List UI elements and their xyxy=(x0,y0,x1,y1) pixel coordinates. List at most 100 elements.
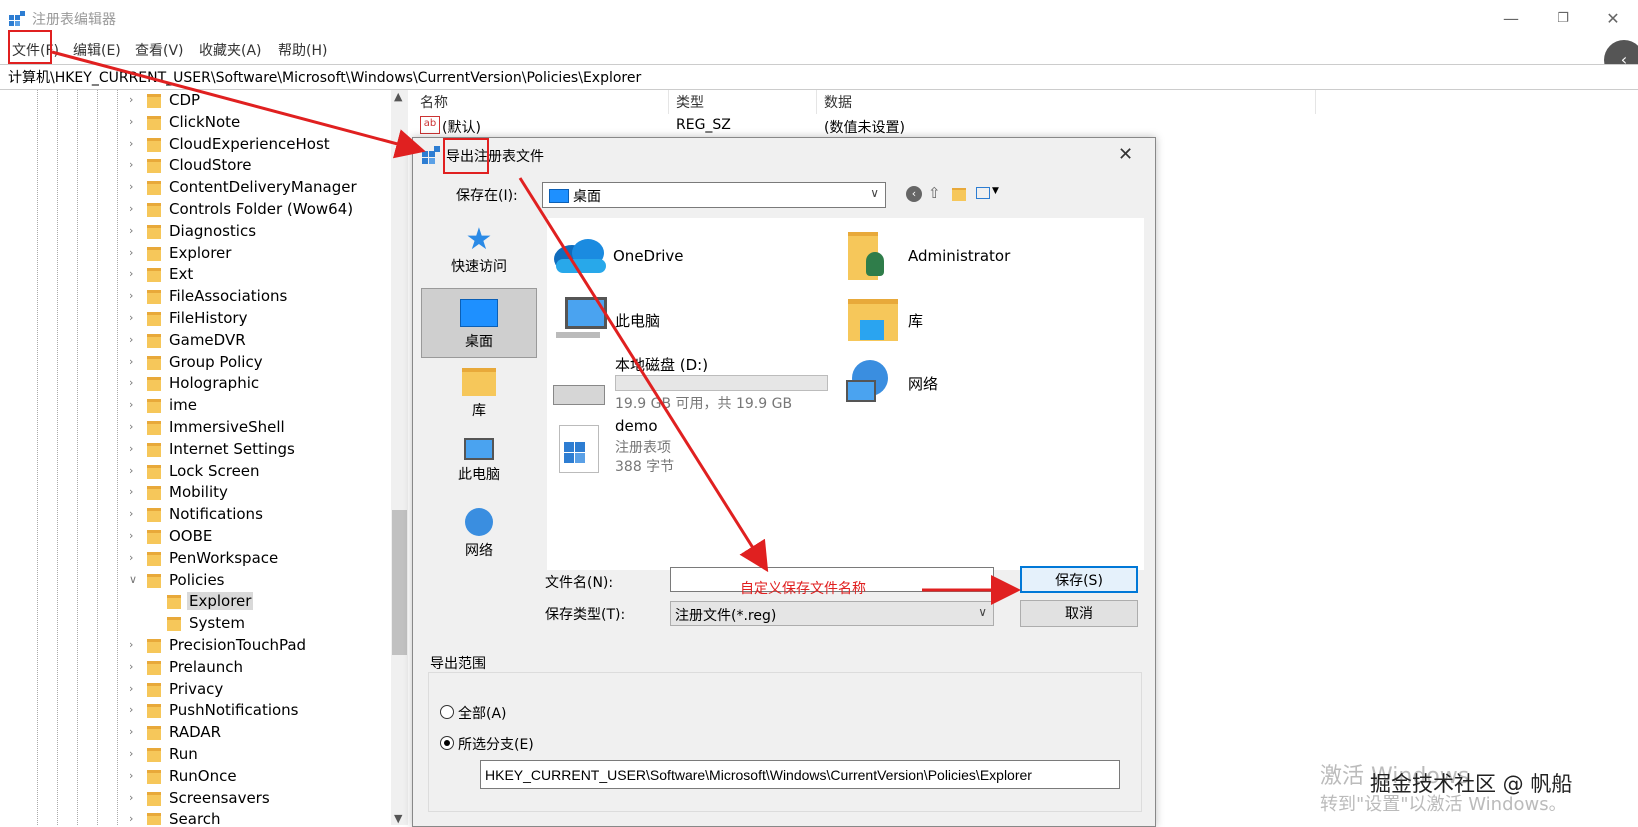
tree-item[interactable]: › Group Policy xyxy=(5,352,390,373)
filetype-dropdown[interactable]: 注册文件(*.reg) ∨ xyxy=(670,601,994,626)
tree-scrollbar[interactable]: ▲ ▼ xyxy=(391,90,408,825)
expand-right-icon[interactable]: › xyxy=(129,485,143,498)
expand-right-icon[interactable]: › xyxy=(129,420,143,433)
tree-item[interactable]: › Internet Settings xyxy=(5,439,390,460)
expand-right-icon[interactable]: › xyxy=(129,202,143,215)
expand-right-icon[interactable]: › xyxy=(129,224,143,237)
expand-right-icon[interactable]: › xyxy=(129,246,143,259)
up-folder-icon[interactable]: ⇧ xyxy=(928,184,941,202)
expand-right-icon[interactable]: › xyxy=(129,791,143,804)
menu-help[interactable]: 帮助(H) xyxy=(278,40,327,60)
place-quick-access[interactable]: ★ 快速访问 xyxy=(421,224,537,284)
expand-down-icon[interactable]: ∨ xyxy=(129,573,143,586)
tree-item[interactable]: › OOBE xyxy=(5,526,390,547)
expand-right-icon[interactable]: › xyxy=(129,725,143,738)
dialog-close-button[interactable]: ✕ xyxy=(1118,144,1133,165)
place-this-pc[interactable]: 此电脑 xyxy=(421,434,537,494)
restore-button[interactable]: ❐ xyxy=(1540,4,1586,34)
tree-item[interactable]: ∨ Policies xyxy=(5,570,390,591)
expand-right-icon[interactable]: › xyxy=(129,442,143,455)
expand-right-icon[interactable]: › xyxy=(129,769,143,782)
column-separator[interactable] xyxy=(816,90,817,114)
tree-item[interactable]: › GameDVR xyxy=(5,330,390,351)
back-icon[interactable]: ‹ xyxy=(906,186,922,202)
tree-item[interactable]: › Search xyxy=(5,809,390,825)
tree-item[interactable]: › Run xyxy=(5,744,390,765)
tree-item[interactable]: › Screensavers xyxy=(5,788,390,809)
tree-item[interactable]: › PrecisionTouchPad xyxy=(5,635,390,656)
tree-item[interactable]: › ClickNote xyxy=(5,112,390,133)
expand-right-icon[interactable]: › xyxy=(129,180,143,193)
tree-item[interactable]: › RunOnce xyxy=(5,766,390,787)
cancel-button[interactable]: 取消 xyxy=(1020,600,1138,627)
file-onedrive[interactable]: OneDrive xyxy=(613,247,684,265)
scroll-down-icon[interactable]: ▼ xyxy=(394,812,402,825)
save-button[interactable]: 保存(S) xyxy=(1020,566,1138,593)
file-this-pc[interactable]: 此电脑 xyxy=(615,310,660,331)
close-button[interactable]: ✕ xyxy=(1590,4,1636,34)
tree-item[interactable]: › Holographic xyxy=(5,373,390,394)
expand-right-icon[interactable]: › xyxy=(129,747,143,760)
expand-right-icon[interactable]: › xyxy=(129,311,143,324)
expand-right-icon[interactable]: › xyxy=(129,289,143,302)
expand-right-icon[interactable]: › xyxy=(129,551,143,564)
menu-edit[interactable]: 编辑(E) xyxy=(73,40,121,60)
tree-item[interactable]: › Privacy xyxy=(5,679,390,700)
view-menu-icon[interactable] xyxy=(976,187,990,199)
expand-right-icon[interactable]: › xyxy=(129,137,143,150)
tree-item[interactable]: › CloudStore xyxy=(5,155,390,176)
expand-right-icon[interactable]: › xyxy=(129,812,143,825)
expand-right-icon[interactable]: › xyxy=(129,398,143,411)
tree-item[interactable]: › CloudExperienceHost xyxy=(5,134,390,155)
minimize-button[interactable]: — xyxy=(1488,4,1534,34)
option-selected-label[interactable]: 所选分支(E) xyxy=(458,734,534,754)
view-menu-arrow-icon[interactable]: ▼ xyxy=(992,186,999,196)
save-in-dropdown[interactable]: 桌面 ∨ xyxy=(542,182,886,208)
radio-selected-branch[interactable] xyxy=(440,736,454,750)
tree-scrollbar-thumb[interactable] xyxy=(392,510,407,655)
address-path[interactable]: 计算机\HKEY_CURRENT_USER\Software\Microsoft… xyxy=(8,67,641,87)
scroll-up-icon[interactable]: ▲ xyxy=(394,90,402,103)
place-network[interactable]: 网络 xyxy=(421,504,537,564)
radio-all[interactable] xyxy=(440,705,454,719)
tree-item[interactable]: › Ext xyxy=(5,264,390,285)
expand-right-icon[interactable]: › xyxy=(129,93,143,106)
menu-view[interactable]: 查看(V) xyxy=(135,40,184,60)
tree-item[interactable]: › ime xyxy=(5,395,390,416)
tree-item[interactable]: › ImmersiveShell xyxy=(5,417,390,438)
tree-item[interactable]: › Notifications xyxy=(5,504,390,525)
new-folder-icon[interactable] xyxy=(952,188,966,201)
expand-right-icon[interactable]: › xyxy=(129,464,143,477)
tree-item[interactable]: › RADAR xyxy=(5,722,390,743)
tree-item[interactable]: › Diagnostics xyxy=(5,221,390,242)
option-all-label[interactable]: 全部(A) xyxy=(458,703,507,723)
column-header-name[interactable]: 名称 xyxy=(420,92,448,112)
expand-right-icon[interactable]: › xyxy=(129,376,143,389)
expand-right-icon[interactable]: › xyxy=(129,638,143,651)
file-demo[interactable]: demo xyxy=(615,417,658,435)
tree-item[interactable]: › Lock Screen xyxy=(5,461,390,482)
selected-branch-input[interactable] xyxy=(480,760,1120,789)
expand-right-icon[interactable]: › xyxy=(129,682,143,695)
tree-item[interactable]: › PushNotifications xyxy=(5,700,390,721)
tree-item[interactable]: › CDP xyxy=(5,90,390,111)
expand-right-icon[interactable]: › xyxy=(129,660,143,673)
registry-tree[interactable]: › CDP › ClickNote › CloudExperienceHost › Cloud… xyxy=(5,90,410,825)
expand-right-icon[interactable]: › xyxy=(129,267,143,280)
tree-item[interactable]: › PenWorkspace xyxy=(5,548,390,569)
expand-right-icon[interactable]: › xyxy=(129,507,143,520)
menu-favorites[interactable]: 收藏夹(A) xyxy=(199,40,262,60)
file-administrator[interactable]: Administrator xyxy=(908,247,1010,265)
expand-right-icon[interactable]: › xyxy=(129,333,143,346)
place-libraries[interactable]: 库 xyxy=(421,364,537,424)
tree-item[interactable]: System xyxy=(5,613,390,634)
expand-right-icon[interactable]: › xyxy=(129,529,143,542)
place-desktop[interactable]: 桌面 xyxy=(421,288,537,358)
tree-item[interactable]: › ContentDeliveryManager xyxy=(5,177,390,198)
expand-right-icon[interactable]: › xyxy=(129,115,143,128)
tree-item[interactable]: › Explorer xyxy=(5,243,390,264)
file-libraries[interactable]: 库 xyxy=(908,310,923,331)
expand-right-icon[interactable]: › xyxy=(129,703,143,716)
column-separator[interactable] xyxy=(668,90,669,114)
column-separator[interactable] xyxy=(1315,90,1316,114)
